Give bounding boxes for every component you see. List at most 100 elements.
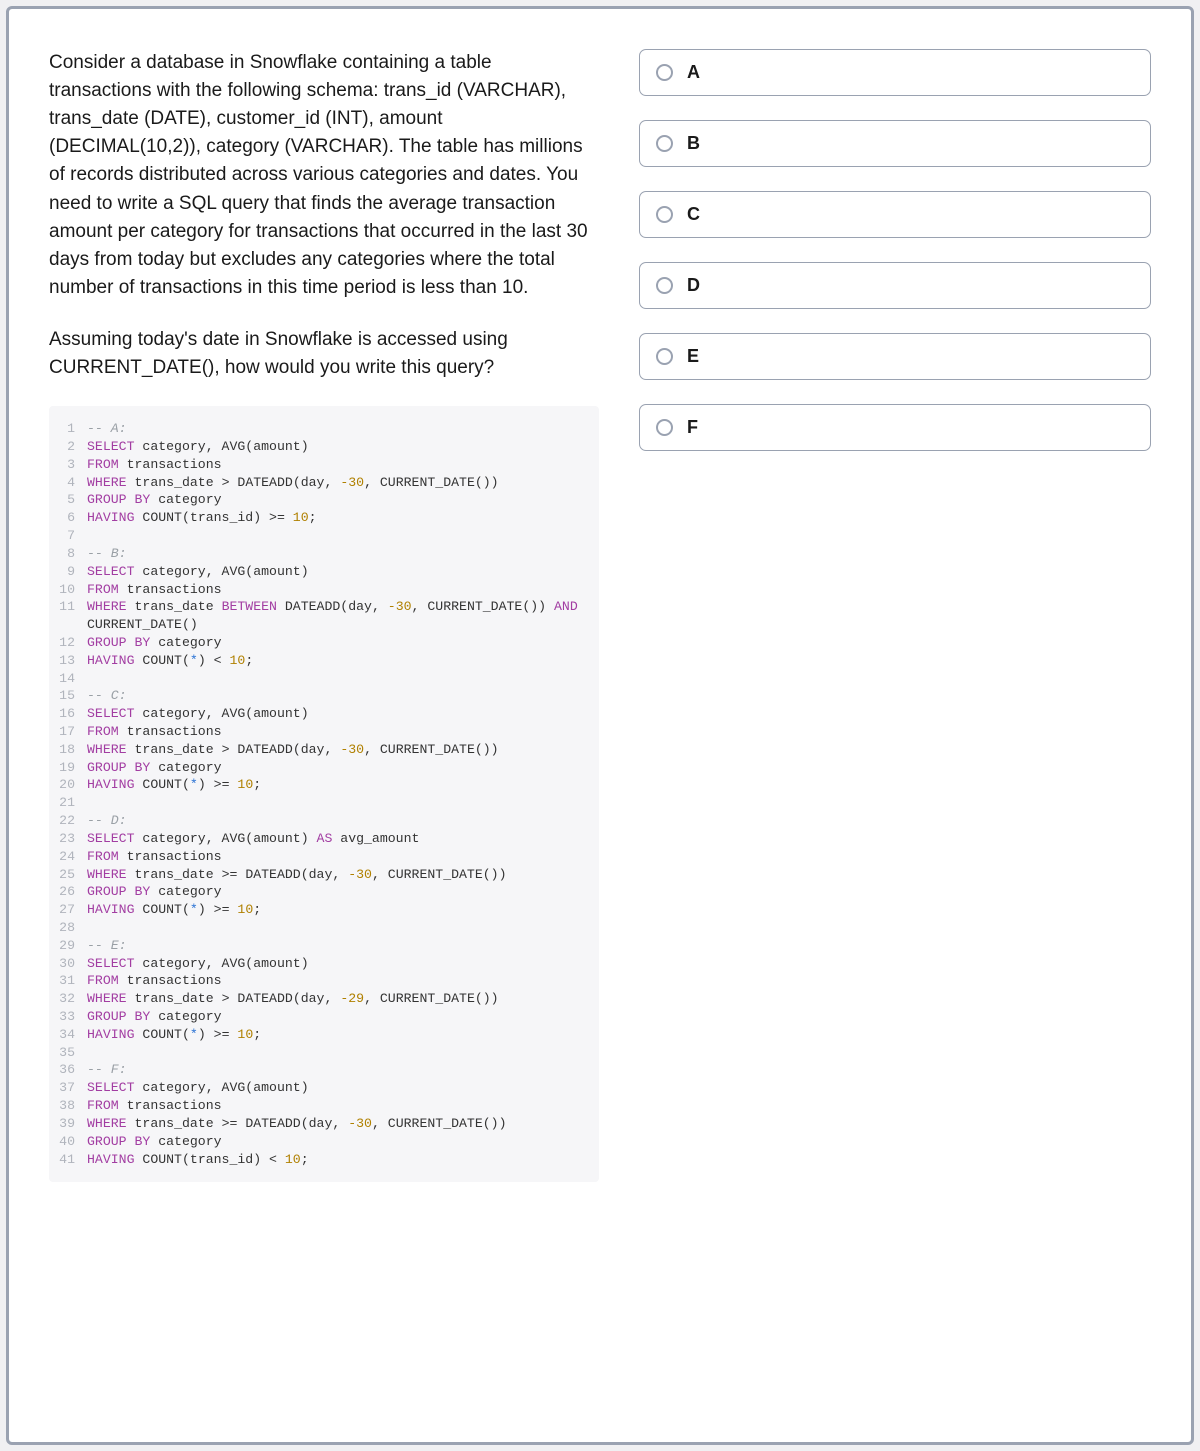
code-content [87, 670, 589, 688]
code-line: 14 [53, 670, 589, 688]
radio-icon [656, 64, 673, 81]
code-line: 16SELECT category, AVG(amount) [53, 705, 589, 723]
code-line: 4WHERE trans_date > DATEADD(day, -30, CU… [53, 474, 589, 492]
code-content: GROUP BY category [87, 491, 589, 509]
answer-label: E [687, 346, 699, 367]
answer-option-e[interactable]: E [639, 333, 1151, 380]
code-content: HAVING COUNT(*) < 10; [87, 652, 589, 670]
code-content: WHERE trans_date > DATEADD(day, -30, CUR… [87, 474, 589, 492]
line-number: 32 [53, 990, 87, 1008]
line-number: 20 [53, 776, 87, 794]
line-number: 30 [53, 955, 87, 973]
code-content: -- D: [87, 812, 589, 830]
line-number: 36 [53, 1061, 87, 1079]
code-line: 38FROM transactions [53, 1097, 589, 1115]
code-content: GROUP BY category [87, 634, 589, 652]
line-number: 22 [53, 812, 87, 830]
code-line: 27HAVING COUNT(*) >= 10; [53, 901, 589, 919]
code-content: FROM transactions [87, 972, 589, 990]
code-line: 24FROM transactions [53, 848, 589, 866]
layout: Consider a database in Snowflake contain… [49, 49, 1151, 1182]
code-line: 29-- E: [53, 937, 589, 955]
answer-label: D [687, 275, 700, 296]
code-content: SELECT category, AVG(amount) [87, 438, 589, 456]
code-content: SELECT category, AVG(amount) [87, 705, 589, 723]
line-number: 33 [53, 1008, 87, 1026]
code-line: 18WHERE trans_date > DATEADD(day, -30, C… [53, 741, 589, 759]
line-number: 17 [53, 723, 87, 741]
answer-option-c[interactable]: C [639, 191, 1151, 238]
line-number: 4 [53, 474, 87, 492]
code-line: 7 [53, 527, 589, 545]
code-content [87, 1044, 589, 1062]
answers-column: A BC D E F [639, 49, 1151, 1182]
code-line: 17FROM transactions [53, 723, 589, 741]
code-content [87, 527, 589, 545]
line-number: 7 [53, 527, 87, 545]
code-content: SELECT category, AVG(amount) [87, 563, 589, 581]
line-number: 35 [53, 1044, 87, 1062]
code-line: 34HAVING COUNT(*) >= 10; [53, 1026, 589, 1044]
line-number: 11 [53, 598, 87, 634]
code-content: GROUP BY category [87, 1133, 589, 1151]
answer-option-f[interactable]: F [639, 404, 1151, 451]
code-line: 2SELECT category, AVG(amount) [53, 438, 589, 456]
code-content: GROUP BY category [87, 759, 589, 777]
code-line: 8-- B: [53, 545, 589, 563]
code-content: -- A: [87, 420, 589, 438]
code-content: HAVING COUNT(trans_id) >= 10; [87, 509, 589, 527]
code-content: SELECT category, AVG(amount) AS avg_amou… [87, 830, 589, 848]
code-content: -- C: [87, 687, 589, 705]
line-number: 13 [53, 652, 87, 670]
line-number: 5 [53, 491, 87, 509]
line-number: 16 [53, 705, 87, 723]
code-content: HAVING COUNT(trans_id) < 10; [87, 1151, 589, 1169]
line-number: 6 [53, 509, 87, 527]
question-column: Consider a database in Snowflake contain… [49, 49, 599, 1182]
line-number: 9 [53, 563, 87, 581]
answer-label: A [687, 62, 700, 83]
radio-icon [656, 206, 673, 223]
line-number: 34 [53, 1026, 87, 1044]
code-content: WHERE trans_date >= DATEADD(day, -30, CU… [87, 866, 589, 884]
answer-option-b[interactable]: B [639, 120, 1151, 167]
line-number: 14 [53, 670, 87, 688]
code-line: 37SELECT category, AVG(amount) [53, 1079, 589, 1097]
code-line: 40GROUP BY category [53, 1133, 589, 1151]
answer-option-a[interactable]: A [639, 49, 1151, 96]
code-line: 15-- C: [53, 687, 589, 705]
code-line: 35 [53, 1044, 589, 1062]
code-content: WHERE trans_date > DATEADD(day, -30, CUR… [87, 741, 589, 759]
code-line: 23SELECT category, AVG(amount) AS avg_am… [53, 830, 589, 848]
code-line: 26GROUP BY category [53, 883, 589, 901]
code-line: 31FROM transactions [53, 972, 589, 990]
answer-option-d[interactable]: D [639, 262, 1151, 309]
code-content: WHERE trans_date > DATEADD(day, -29, CUR… [87, 990, 589, 1008]
line-number: 28 [53, 919, 87, 937]
code-line: 13HAVING COUNT(*) < 10; [53, 652, 589, 670]
code-content: -- F: [87, 1061, 589, 1079]
code-content [87, 919, 589, 937]
line-number: 38 [53, 1097, 87, 1115]
line-number: 2 [53, 438, 87, 456]
line-number: 27 [53, 901, 87, 919]
code-line: 1-- A: [53, 420, 589, 438]
code-line: 21 [53, 794, 589, 812]
line-number: 3 [53, 456, 87, 474]
code-line: 6HAVING COUNT(trans_id) >= 10; [53, 509, 589, 527]
code-content: FROM transactions [87, 1097, 589, 1115]
code-content: SELECT category, AVG(amount) [87, 955, 589, 973]
code-content: FROM transactions [87, 723, 589, 741]
code-content: FROM transactions [87, 456, 589, 474]
code-content: SELECT category, AVG(amount) [87, 1079, 589, 1097]
code-line: 11WHERE trans_date BETWEEN DATEADD(day, … [53, 598, 589, 634]
code-content [87, 794, 589, 812]
line-number: 23 [53, 830, 87, 848]
line-number: 10 [53, 581, 87, 599]
line-number: 39 [53, 1115, 87, 1133]
code-line: 12GROUP BY category [53, 634, 589, 652]
line-number: 24 [53, 848, 87, 866]
code-line: 32WHERE trans_date > DATEADD(day, -29, C… [53, 990, 589, 1008]
code-content: FROM transactions [87, 581, 589, 599]
code-content: -- E: [87, 937, 589, 955]
